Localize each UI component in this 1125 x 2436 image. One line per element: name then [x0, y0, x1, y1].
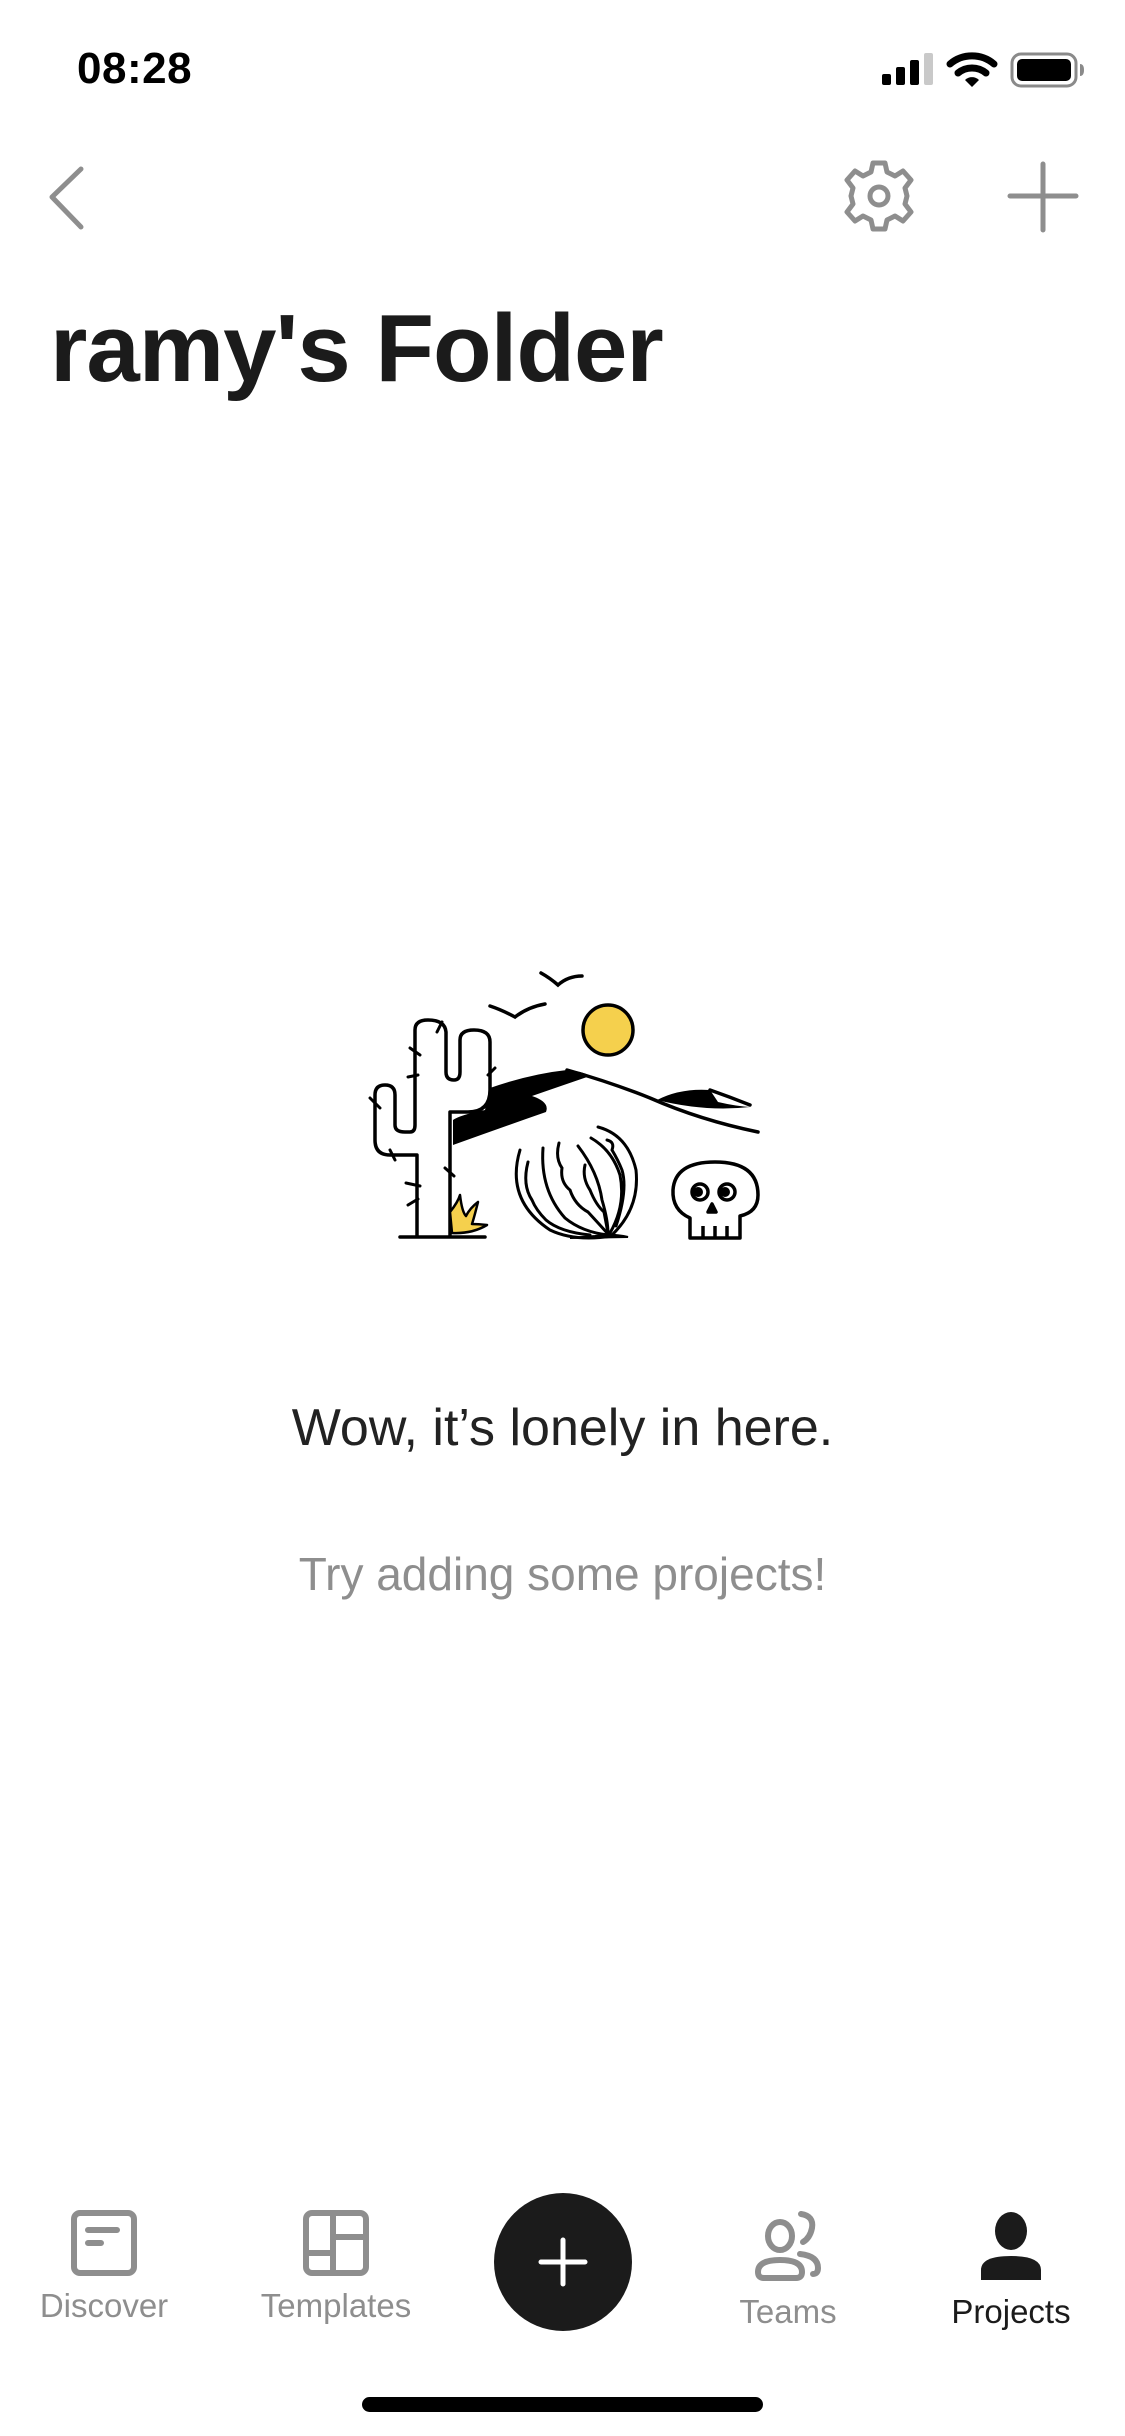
skull-icon [671, 1160, 760, 1240]
home-indicator[interactable] [362, 2397, 763, 2412]
chevron-left-icon [49, 166, 84, 230]
signal-icon [882, 53, 933, 85]
tab-label: Discover [39, 2287, 169, 2324]
tab-label: Projects [951, 2293, 1071, 2330]
teams-icon [754, 2211, 822, 2281]
add-button[interactable] [998, 152, 1088, 242]
bird-icon [539, 971, 584, 988]
tab-projects[interactable]: Projects [911, 2200, 1111, 2340]
empty-state-subtitle: Try adding some projects! [298, 1548, 827, 1600]
status-time: 08:28 [77, 44, 193, 93]
tab-label: Teams [739, 2293, 837, 2330]
status-icons [880, 50, 1085, 88]
create-button[interactable] [494, 2193, 632, 2331]
page-title: ramy's Folder [50, 295, 664, 402]
grass-icon [448, 1193, 489, 1235]
settings-button[interactable] [834, 152, 924, 242]
tab-teams[interactable]: Teams [688, 2200, 888, 2340]
battery-full-icon [1010, 52, 1084, 88]
back-button[interactable] [36, 160, 96, 236]
tab-templates[interactable]: Templates [236, 2200, 436, 2340]
tab-discover[interactable]: Discover [4, 2200, 204, 2340]
plus-icon [1007, 161, 1079, 233]
tumbleweed-icon [514, 1125, 638, 1240]
empty-state-illustration [350, 950, 780, 1250]
person-icon [981, 2212, 1041, 2280]
empty-state-title: Wow, it’s lonely in here. [291, 1399, 834, 1457]
wifi-icon [946, 52, 998, 87]
discover-icon [71, 2210, 137, 2276]
templates-icon [303, 2210, 369, 2276]
bird-icon [488, 1002, 547, 1020]
gear-icon [844, 160, 914, 232]
tab-label: Templates [260, 2287, 412, 2324]
sun-icon [581, 1003, 635, 1057]
plus-icon [538, 2237, 588, 2287]
